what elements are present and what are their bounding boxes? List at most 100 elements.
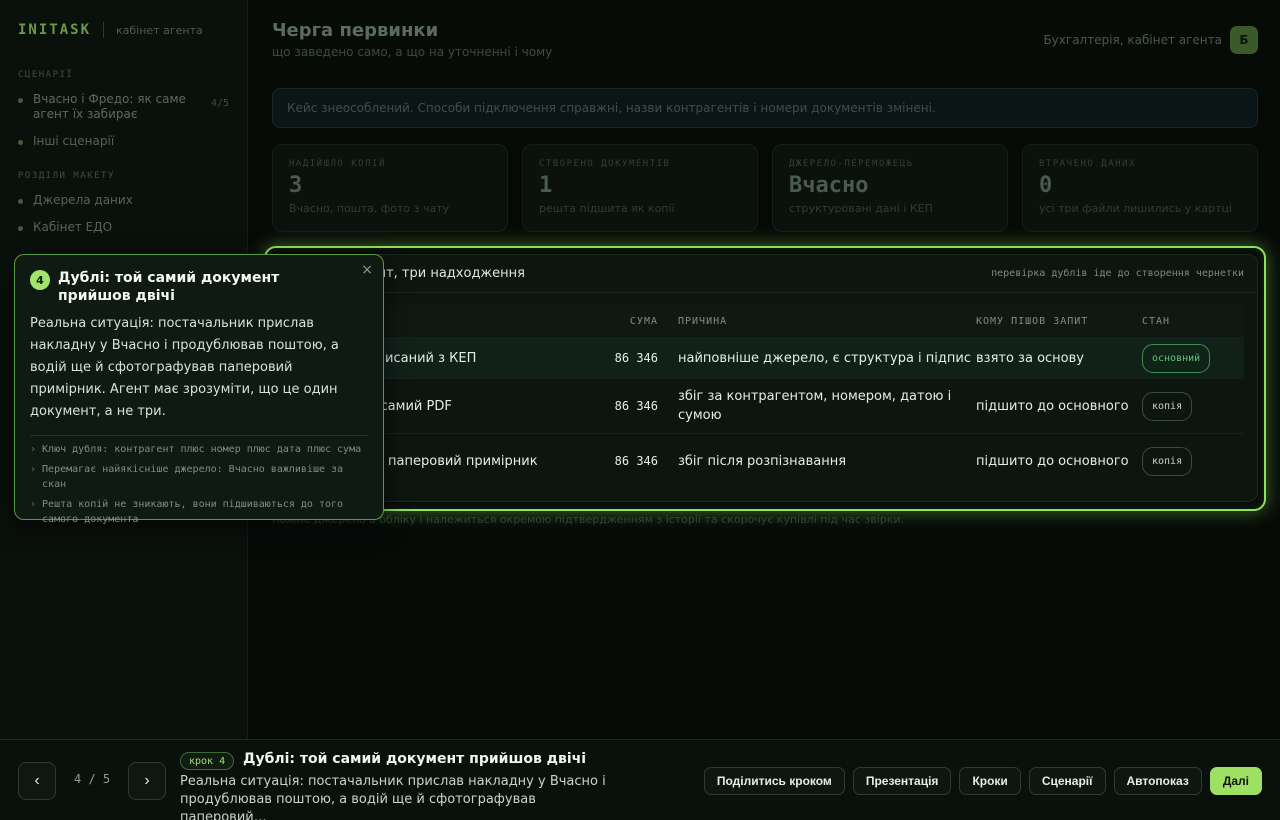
avatar[interactable]: Б — [1230, 26, 1258, 54]
close-icon[interactable]: × — [361, 262, 373, 278]
stat-card: ДЖЕРЕЛО-ПЕРЕМОЖЕЦЬ Вчасно структуровані … — [772, 144, 1008, 232]
tour-bottom-bar: ‹ 4 / 5 › крок 4 Дублі: той самий докуме… — [0, 739, 1280, 820]
cell-state: копія — [1142, 447, 1244, 476]
stat-label: ВТРАЧЕНО ДАНИХ — [1039, 159, 1136, 169]
chevron-right-icon: › — [30, 499, 37, 510]
bullet-icon — [18, 199, 23, 204]
sidebar-section-scenarios: СЦЕНАРІЇ — [18, 70, 74, 80]
cell-request: взято за основу — [976, 350, 1084, 366]
tour-tooltip: 4 Дублі: той самий документ прийшов двіч… — [14, 254, 384, 525]
chevron-right-icon: › — [30, 444, 37, 455]
column-header-reason: ПРИЧИНА — [678, 315, 728, 327]
tooltip-title: Дублі: той самий документ прийшов двічі — [58, 270, 280, 304]
step-pill: крок 4 — [180, 752, 235, 770]
account-switcher[interactable]: Бухгалтерія, кабінет агента Б — [1043, 26, 1258, 54]
scenarios-button[interactable]: Сценарії — [1028, 767, 1106, 795]
tour-actions: Поділитись кроком Презентація Кроки Сцен… — [703, 767, 1262, 795]
stat-label: СТВОРЕНО ДОКУМЕНТІВ — [539, 159, 671, 169]
sidebar-item-count: 4/5 — [210, 98, 229, 109]
previous-step-button[interactable]: ‹ — [18, 762, 56, 800]
point-text: Решта копій не зникають, вони підшивають… — [42, 499, 344, 525]
presentation-button[interactable]: Презентація — [852, 767, 952, 795]
column-header-state: СТАН — [1142, 315, 1171, 327]
chevron-right-icon: › — [30, 464, 37, 475]
sidebar-item-label: Кабінет ЕДО — [33, 220, 113, 234]
step-counter: 4 / 5 — [74, 772, 111, 786]
duplicates-panel: Один документ, три надходження перевірка… — [272, 254, 1258, 502]
stat-value: 0 — [1039, 173, 1053, 198]
stat-card: СТВОРЕНО ДОКУМЕНТІВ 1 решта підшита як к… — [522, 144, 758, 232]
status-badge: копія — [1142, 447, 1193, 476]
account-label: Бухгалтерія, кабінет агента — [1043, 33, 1222, 47]
cell-reason: найповніше джерело, є структура і підпис — [678, 350, 971, 366]
cell-state: копія — [1142, 391, 1244, 421]
next-step-arrow-button[interactable]: › — [128, 762, 166, 800]
steps-button[interactable]: Кроки — [959, 767, 1021, 795]
point-text: Перемагає найякісніше джерело: Вчасно ва… — [42, 464, 344, 490]
table-header: ДОКУМЕНТ СУМА ПРИЧИНА КОМУ ПІШОВ ЗАПИТ С… — [287, 305, 1244, 338]
share-step-button[interactable]: Поділитись кроком — [703, 767, 845, 795]
info-notice: Кейс знеособлений. Способи підключення с… — [272, 88, 1258, 128]
brand-divider — [103, 22, 105, 38]
table-row[interactable]: Вчасно, підписаний з КЕП 86 346 найповні… — [287, 338, 1244, 379]
sidebar-item-scenario-vchasno[interactable]: Вчасно і Фредо: як саме агент їх забирає… — [18, 92, 229, 122]
tooltip-header: 4 Дублі: той самий документ прийшов двіч… — [30, 269, 368, 305]
sidebar-item-edo-cabinet[interactable]: Кабінет ЕДО — [18, 220, 229, 235]
stat-value: 3 — [289, 173, 303, 198]
stat-caption: решта підшита як копії — [539, 202, 675, 215]
cell-sum: 86 346 — [614, 350, 658, 365]
duplicates-table: ДОКУМЕНТ СУМА ПРИЧИНА КОМУ ПІШОВ ЗАПИТ С… — [287, 305, 1244, 489]
point-text: Ключ дубля: контрагент плюс номер плюс д… — [42, 444, 362, 455]
brand-logo: INITASK — [18, 22, 92, 38]
sidebar-item-label: Вчасно і Фредо: як саме агент їх забирає — [33, 92, 186, 121]
stat-caption: усі три файли лишились у картці — [1039, 202, 1233, 215]
panel-note: перевірка дублів іде до створення чернет… — [991, 268, 1244, 279]
stat-value: 1 — [539, 173, 553, 198]
list-item: › Перемагає найякісніше джерело: Вчасно в… — [30, 462, 368, 492]
stat-label: ДЖЕРЕЛО-ПЕРЕМОЖЕЦЬ — [789, 159, 914, 169]
sidebar-item-label: Інші сценарії — [33, 134, 115, 148]
next-button[interactable]: Далі — [1209, 767, 1262, 795]
cell-reason: збіг за контрагентом, номером, датою і с… — [678, 389, 952, 423]
cell-sum: 86 346 — [614, 454, 658, 468]
sidebar-item-data-sources[interactable]: Джерела даних — [18, 193, 229, 208]
stats-row: НАДІЙШЛО КОПІЙ 3 Вчасно, пошта, фото з ч… — [272, 144, 1258, 232]
stat-card: ВТРАЧЕНО ДАНИХ 0 усі три файли лишились … — [1022, 144, 1258, 232]
panel-header: Один документ, три надходження перевірка… — [273, 255, 1257, 293]
status-badge: копія — [1142, 391, 1193, 421]
list-item: › Решта копій не зникають, вони підшивают… — [30, 497, 368, 527]
bullet-icon — [18, 98, 23, 103]
list-item: › Ключ дубля: контрагент плюс номер плюс … — [30, 442, 368, 457]
table-row[interactable]: Пошта, той самий PDF 86 346 збіг за конт… — [287, 379, 1244, 434]
page-title: Черга первинки — [272, 20, 439, 41]
notice-text: Кейс знеособлений. Способи підключення с… — [287, 101, 936, 115]
sidebar-item-label: Джерела даних — [33, 193, 133, 207]
cell-request: підшито до основного — [976, 398, 1129, 414]
brand-subtitle: кабінет агента — [116, 23, 203, 37]
brand: INITASK кабінет агента — [18, 20, 229, 40]
cell-state: основний — [1142, 343, 1244, 373]
cell-request: підшито до основного — [976, 454, 1129, 469]
sidebar-item-other-scenarios[interactable]: Інші сценарії — [18, 134, 229, 149]
table-row[interactable]: Фото з чату, паперовий примірник 86 346 … — [287, 434, 1244, 489]
stat-caption: Вчасно, пошта, фото з чату — [289, 202, 450, 215]
step-description: Реальна ситуація: постачальник прислав н… — [180, 774, 606, 820]
tooltip-points: › Ключ дубля: контрагент плюс номер плюс … — [30, 442, 368, 527]
autoplay-button[interactable]: Автопоказ — [1113, 767, 1202, 795]
stat-value: Вчасно — [789, 173, 869, 198]
step-title: Дублі: той самий документ прийшов двічі — [243, 751, 587, 767]
column-header-request: КОМУ ПІШОВ ЗАПИТ — [976, 315, 1089, 327]
column-header-sum: СУМА — [629, 315, 658, 327]
stat-card: НАДІЙШЛО КОПІЙ 3 Вчасно, пошта, фото з ч… — [272, 144, 508, 232]
sidebar-section-demo: РОЗДІЛИ МАКЕТУ — [18, 171, 115, 181]
divider — [30, 435, 368, 436]
step-number-badge: 4 — [30, 270, 50, 290]
tooltip-body: Реальна ситуація: постачальник прислав н… — [30, 316, 339, 419]
cell-sum: 86 346 — [614, 398, 658, 413]
page-subtitle: що заведено само, а що на уточненні і чо… — [272, 45, 553, 59]
status-badge: основний — [1142, 343, 1211, 373]
stat-caption: структуровані дані і КЕП — [789, 202, 933, 215]
cell-reason: збіг після розпізнавання — [678, 454, 847, 469]
stat-label: НАДІЙШЛО КОПІЙ — [289, 159, 386, 169]
bullet-icon — [18, 226, 23, 231]
